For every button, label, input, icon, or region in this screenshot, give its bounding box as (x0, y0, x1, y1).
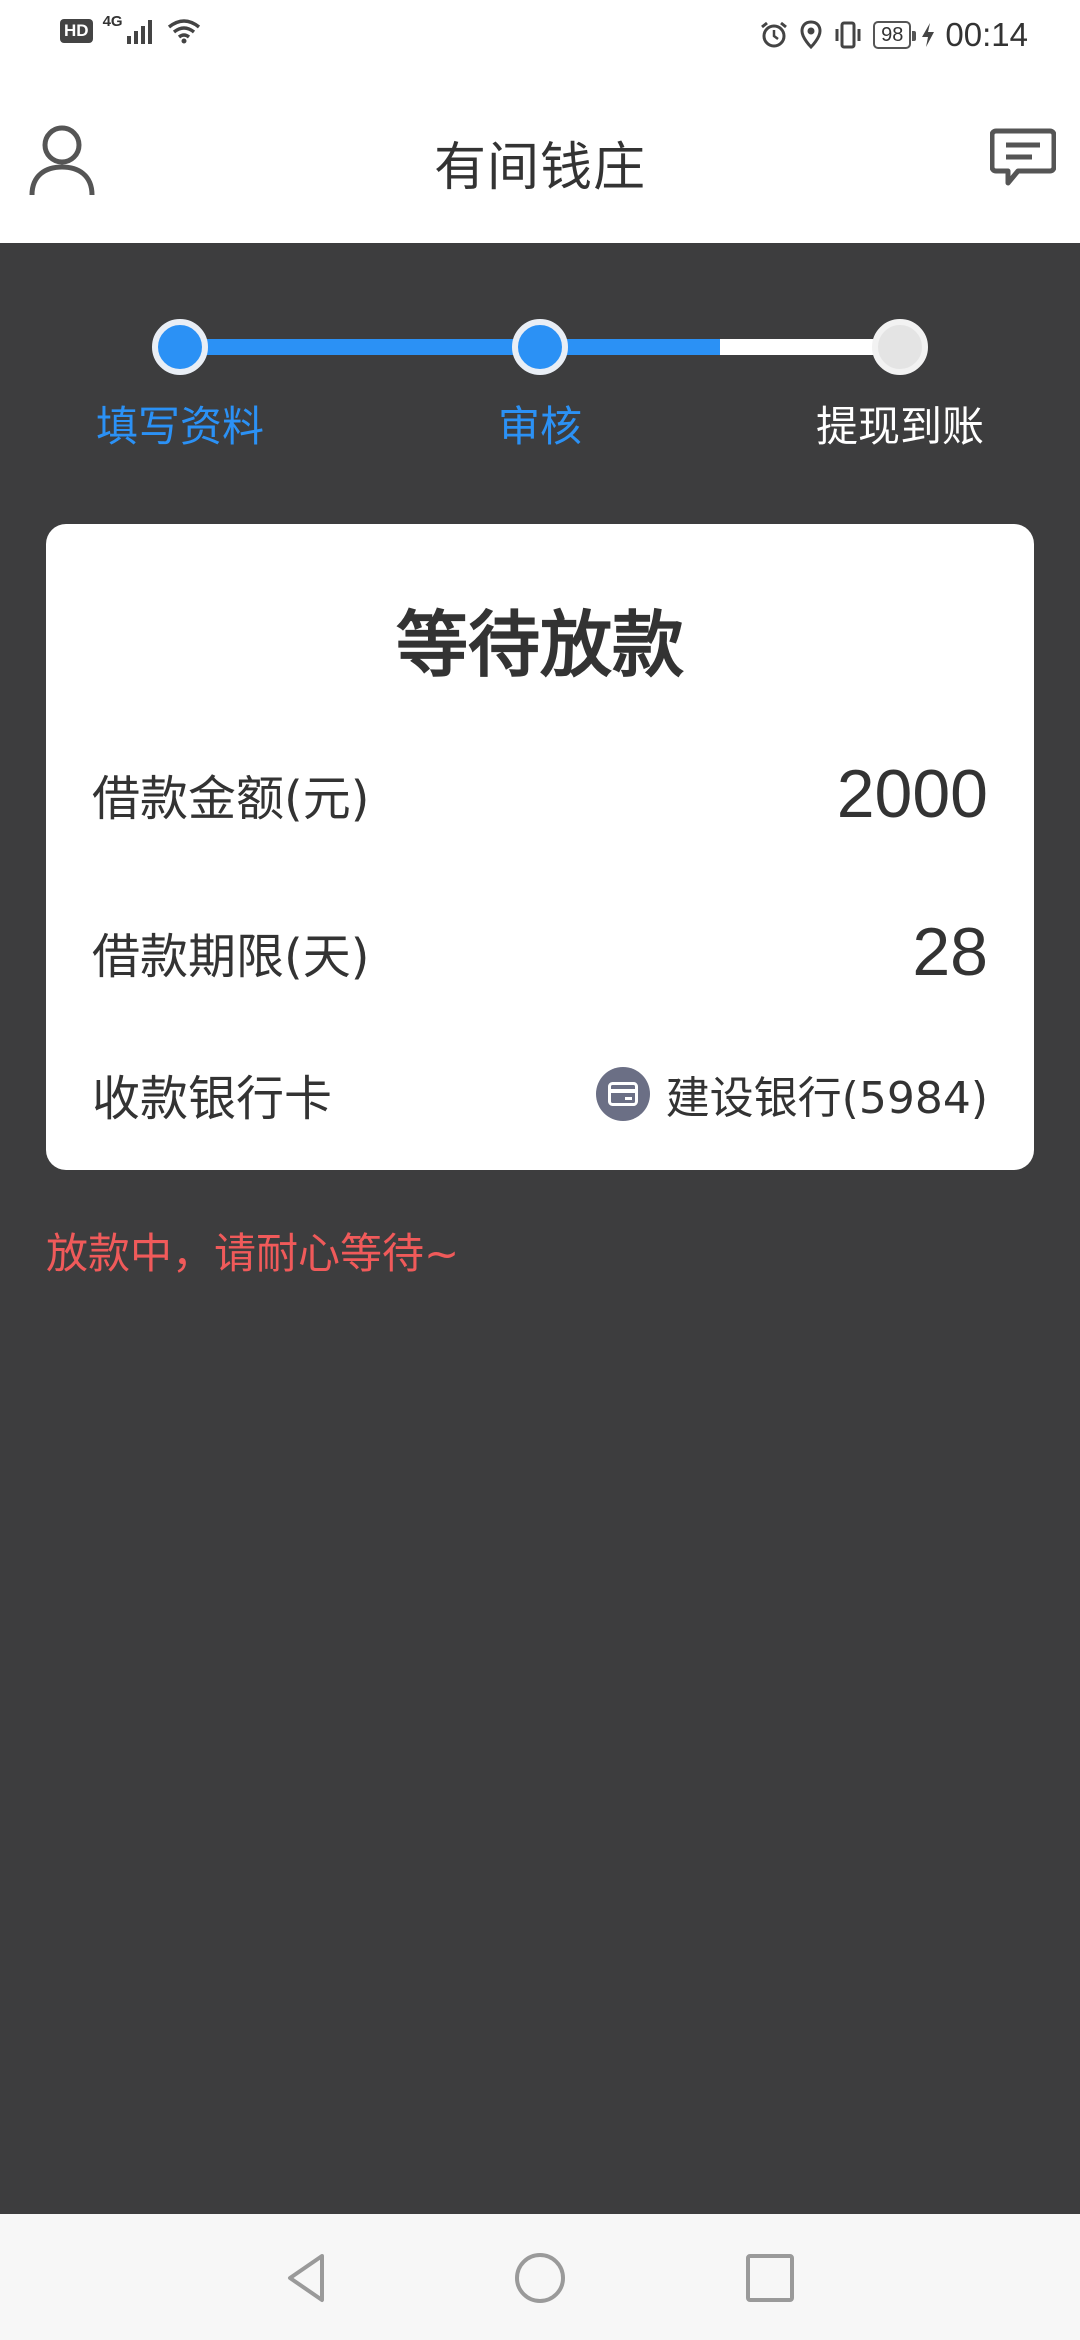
loan-amount-label: 借款金额(元) (92, 771, 370, 827)
step-label-review: 审核 (497, 402, 582, 451)
network-type: 4G (102, 12, 123, 30)
loan-term-row: 借款期限(天) 28 (92, 912, 988, 992)
bank-card-label: 收款银行卡 (92, 1071, 333, 1127)
progress-stepper: 填写资料 审核 提现到账 (0, 243, 1080, 473)
battery-indicator: 98 (873, 21, 917, 49)
nav-recents-button[interactable] (742, 2250, 798, 2306)
loan-status-card: 等待放款 借款金额(元) 2000 借款期限(天) 28 收款银行卡 建设银行(… (46, 524, 1034, 1170)
wifi-icon (167, 19, 200, 44)
app-header: 有间钱庄 (0, 75, 1080, 243)
hd-badge: HD (60, 19, 93, 43)
clock: 00:14 (945, 16, 1028, 53)
loan-term-label: 借款期限(天) (92, 929, 370, 985)
back-triangle-icon (288, 2254, 324, 2302)
recents-square-icon (746, 2254, 794, 2302)
card-icon (595, 1067, 650, 1121)
message-icon (989, 128, 1057, 186)
card-title: 等待放款 (395, 603, 684, 687)
alarm-icon (761, 21, 788, 48)
step-label-withdraw: 提现到账 (815, 402, 984, 451)
status-bar: HD 4G 98 00:14 (0, 0, 1080, 75)
loan-amount-row: 借款金额(元) 2000 (92, 754, 988, 834)
loan-term-value: 28 (912, 914, 988, 990)
nav-back-button[interactable] (280, 2250, 336, 2306)
home-circle-icon (515, 2253, 565, 2303)
bank-card-value: 建设银行(5984) (665, 1073, 988, 1124)
bank-card-info: 建设银行(5984) (595, 1062, 988, 1126)
page-title: 有间钱庄 (433, 138, 646, 198)
system-nav-bar (0, 2214, 1080, 2340)
status-left: HD 4G (60, 13, 201, 44)
loan-amount-value: 2000 (836, 756, 988, 832)
bank-card-row: 收款银行卡 建设银行(5984) (92, 1054, 988, 1134)
step-dot-fill-info (152, 319, 208, 375)
status-right: 98 00:14 (759, 16, 1028, 54)
messages-button[interactable] (989, 127, 1057, 187)
signal-icon (126, 20, 152, 44)
status-notice: 放款中，请耐心等待~ (46, 1229, 460, 1278)
step-label-fill-info: 填写资料 (95, 402, 264, 451)
nav-home-button[interactable] (512, 2250, 568, 2306)
step-dot-withdraw (872, 319, 928, 375)
vibrate-icon (835, 21, 861, 49)
step-dot-review (512, 319, 568, 375)
charging-icon (922, 23, 935, 47)
location-icon (800, 20, 822, 50)
